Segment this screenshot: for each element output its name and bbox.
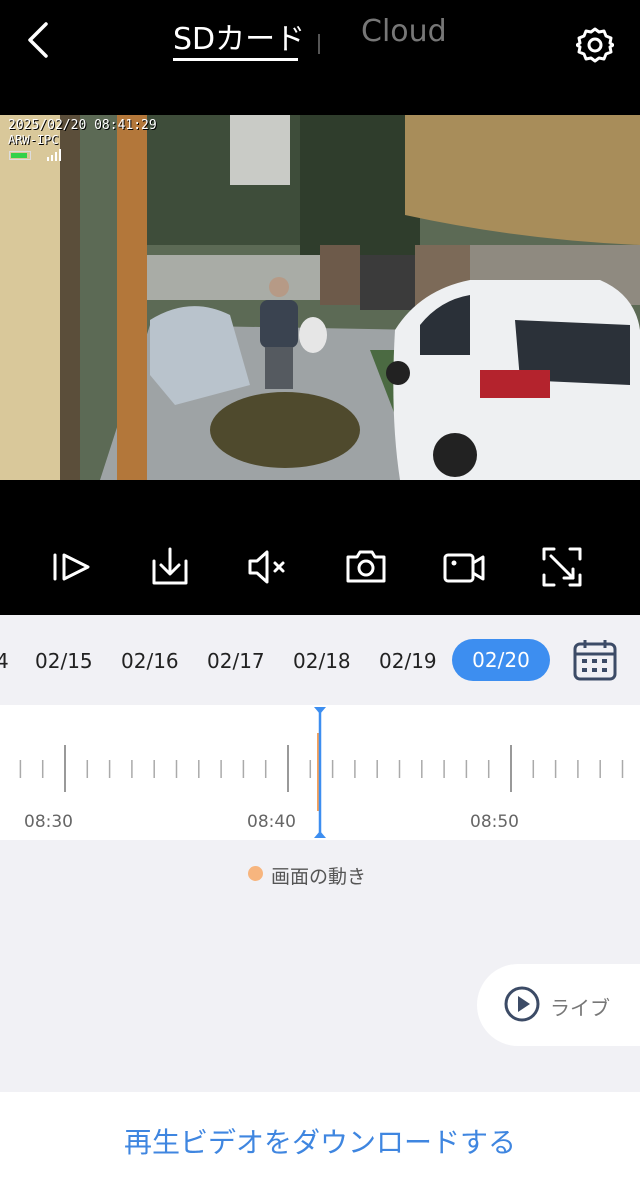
motion-legend-dot — [248, 866, 263, 881]
calendar-icon[interactable] — [572, 638, 618, 682]
date-item-partial[interactable]: 4 — [0, 649, 9, 673]
timeline-label: 08:30 — [24, 812, 73, 832]
camera-name: ARW-IPC — [8, 133, 59, 147]
tab-divider — [318, 34, 320, 54]
play-circle-icon[interactable] — [503, 985, 541, 1023]
timeline-cursor-cap — [314, 831, 326, 838]
timeline-cursor-cap — [314, 707, 326, 714]
active-tab-indicator — [173, 58, 298, 61]
battery-icon — [9, 151, 31, 160]
video-player[interactable]: 2025/02/20 08:41:29 ARW-IPC — [0, 115, 640, 480]
mute-icon[interactable] — [246, 545, 290, 589]
tab-cloud[interactable]: Cloud — [361, 14, 447, 49]
timeline-label: 08:40 — [247, 812, 296, 832]
video-timestamp: 2025/02/20 08:41:29 — [8, 118, 157, 133]
camera-icon[interactable] — [344, 545, 388, 589]
motion-legend-label: 画面の動き — [271, 866, 367, 888]
download-icon[interactable] — [148, 545, 192, 589]
date-item[interactable]: 02/16 — [121, 649, 179, 673]
chevron-left-icon[interactable] — [22, 20, 58, 60]
fullscreen-icon[interactable] — [540, 545, 584, 589]
video-frame-image — [0, 115, 640, 480]
play-forward-icon[interactable] — [50, 545, 94, 589]
date-item[interactable]: 02/19 — [379, 649, 437, 673]
download-playback-button[interactable]: 再生ビデオをダウンロードする — [0, 1121, 640, 1161]
record-icon[interactable] — [442, 545, 486, 589]
date-item-selected[interactable]: 02/20 — [452, 639, 550, 681]
signal-icon — [47, 149, 61, 161]
timeline[interactable] — [0, 705, 640, 840]
date-item[interactable]: 02/17 — [207, 649, 265, 673]
date-item[interactable]: 02/18 — [293, 649, 351, 673]
date-item[interactable]: 02/15 — [35, 649, 93, 673]
timeline-label: 08:50 — [470, 812, 519, 832]
top-bar: SDカード Cloud — [0, 0, 640, 115]
tab-sd-card[interactable]: SDカード — [173, 14, 305, 58]
gear-icon[interactable] — [575, 26, 615, 64]
live-button-label[interactable]: ライブ — [550, 992, 610, 1021]
timeline-ruler — [19, 707, 624, 838]
